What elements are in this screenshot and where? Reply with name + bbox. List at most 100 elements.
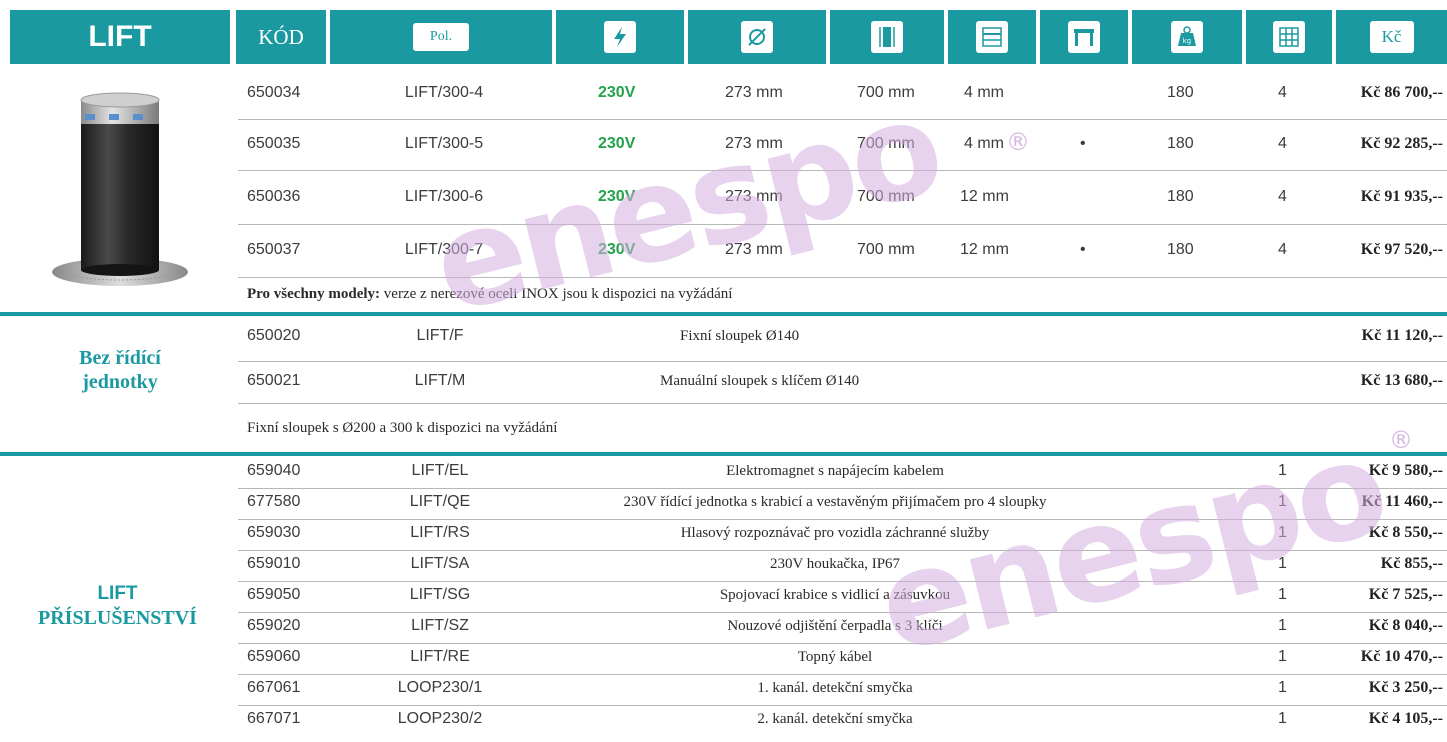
model-weight: 180: [1167, 135, 1194, 152]
item-code: 659050: [247, 586, 301, 603]
item-desc: Fixní sloupek Ø140: [680, 328, 800, 344]
model-code: 650034: [247, 84, 301, 101]
row-divider: [238, 488, 1447, 489]
row-divider: [238, 277, 1447, 278]
item-price: Kč 11 120,--: [1361, 327, 1443, 344]
model-code: 650037: [247, 241, 301, 258]
row-divider: [238, 674, 1447, 675]
model-code: 650036: [247, 188, 301, 205]
item-desc: Spojovací krabice s vidlicí a zásuvkou: [719, 587, 951, 603]
item-qty: 1: [1278, 493, 1287, 510]
grid-icon: [1273, 21, 1305, 53]
section-separator: [0, 312, 1447, 316]
item-qty: 1: [1278, 710, 1287, 727]
section-title-line: PŘÍSLUŠENSTVÍ: [38, 607, 197, 629]
section-title-line: Bez řídící: [79, 347, 161, 369]
row-divider: [238, 119, 1447, 120]
model-height: 700 mm: [857, 84, 915, 101]
row-divider: [238, 581, 1447, 582]
models-note: Pro všechny modely: verze z nerezové oce…: [247, 286, 732, 303]
table-header: LIFT KÓD Pol. kg Kč: [0, 0, 1447, 76]
header-pol: Pol.: [429, 29, 453, 44]
header-currency-cell: Kč: [1336, 10, 1447, 64]
item-desc: Topný kábel: [797, 649, 873, 665]
header-pol-cell: Pol.: [330, 10, 552, 64]
item-price: Kč 11 460,--: [1361, 493, 1443, 510]
model-voltage: 230V: [598, 84, 636, 101]
model-diameter: 273 mm: [725, 135, 783, 152]
item-code: 667071: [247, 710, 301, 727]
diameter-icon: [741, 21, 773, 53]
model-weight: 180: [1167, 84, 1194, 101]
model-diameter: 273 mm: [725, 84, 783, 101]
header-title: LIFT: [88, 20, 152, 53]
item-price: Kč 4 105,--: [1368, 710, 1443, 727]
model-pol: LIFT/300-5: [404, 135, 484, 152]
watermark-registered: ®: [1006, 128, 1030, 156]
item-price: Kč 3 250,--: [1368, 679, 1443, 696]
model-code: 650035: [247, 135, 301, 152]
section-title-bez: Bez řídící jednotky: [30, 346, 210, 394]
section-separator: [0, 452, 1447, 456]
model-price: Kč 97 520,--: [1360, 241, 1443, 258]
item-qty: 1: [1278, 524, 1287, 541]
item-desc: Manuální sloupek s klíčem Ø140: [660, 373, 860, 389]
model-thickness: 12 mm: [960, 241, 1009, 258]
power-icon: [604, 21, 636, 53]
item-code: 650021: [247, 372, 301, 389]
header-power-cell: [556, 10, 684, 64]
item-pol: LIFT/M: [414, 372, 466, 389]
header-grid-cell: [1246, 10, 1332, 64]
row-divider: [238, 643, 1447, 644]
model-price: Kč 92 285,--: [1360, 135, 1443, 152]
item-code: 659010: [247, 555, 301, 572]
model-weight: 180: [1167, 188, 1194, 205]
item-desc: 230V řídící jednotka s krabicí a vestavě…: [623, 494, 1047, 510]
model-price: Kč 86 700,--: [1360, 84, 1443, 101]
model-voltage: 230V: [598, 188, 636, 205]
inox-icon: [1068, 21, 1100, 53]
header-currency: Kč: [1381, 27, 1402, 46]
item-price: Kč 13 680,--: [1360, 372, 1443, 389]
model-voltage: 230V: [598, 241, 636, 258]
item-qty: 1: [1278, 586, 1287, 603]
model-diameter: 273 mm: [725, 241, 783, 258]
bollard-image: [45, 80, 195, 290]
row-divider: [238, 550, 1447, 551]
model-diameter: 273 mm: [725, 188, 783, 205]
model-height: 700 mm: [857, 188, 915, 205]
section-title-prislusenstvi: LIFT PŘÍSLUŠENSTVÍ: [10, 582, 225, 630]
section-title-line: jednotky: [82, 371, 158, 393]
item-code: 650020: [247, 327, 301, 344]
section2-note: Fixní sloupek s Ø200 a 300 k dispozici n…: [247, 420, 558, 436]
header-thickness-cell: [948, 10, 1036, 64]
row-divider: [238, 612, 1447, 613]
model-thickness: 4 mm: [964, 135, 1004, 152]
model-height: 700 mm: [857, 241, 915, 258]
model-weight: 180: [1167, 241, 1194, 258]
item-desc: 230V houkačka, IP67: [769, 556, 901, 572]
model-pol: LIFT/300-6: [404, 188, 484, 205]
model-thickness: 4 mm: [964, 84, 1004, 101]
item-price: Kč 8 550,--: [1368, 524, 1443, 541]
item-qty: 1: [1278, 462, 1287, 479]
item-qty: 1: [1278, 679, 1287, 696]
model-qty: 4: [1278, 84, 1287, 101]
item-price: Kč 9 580,--: [1368, 462, 1443, 479]
thickness-icon: [976, 21, 1008, 53]
item-qty: 1: [1278, 648, 1287, 665]
header-height-cell: [830, 10, 944, 64]
header-kod: KÓD: [258, 24, 304, 49]
header-weight-cell: kg: [1132, 10, 1242, 64]
model-qty: 4: [1278, 135, 1287, 152]
row-divider: [238, 224, 1447, 225]
item-code: 659040: [247, 462, 301, 479]
item-code: 667061: [247, 679, 301, 696]
model-voltage: 230V: [598, 135, 636, 152]
model-inox-mark: •: [1080, 241, 1086, 258]
svg-text:kg: kg: [1183, 37, 1192, 45]
model-qty: 4: [1278, 241, 1287, 258]
item-pol: LIFT/F: [416, 327, 464, 344]
pol-badge: Pol.: [413, 23, 469, 51]
item-code: 659030: [247, 524, 301, 541]
